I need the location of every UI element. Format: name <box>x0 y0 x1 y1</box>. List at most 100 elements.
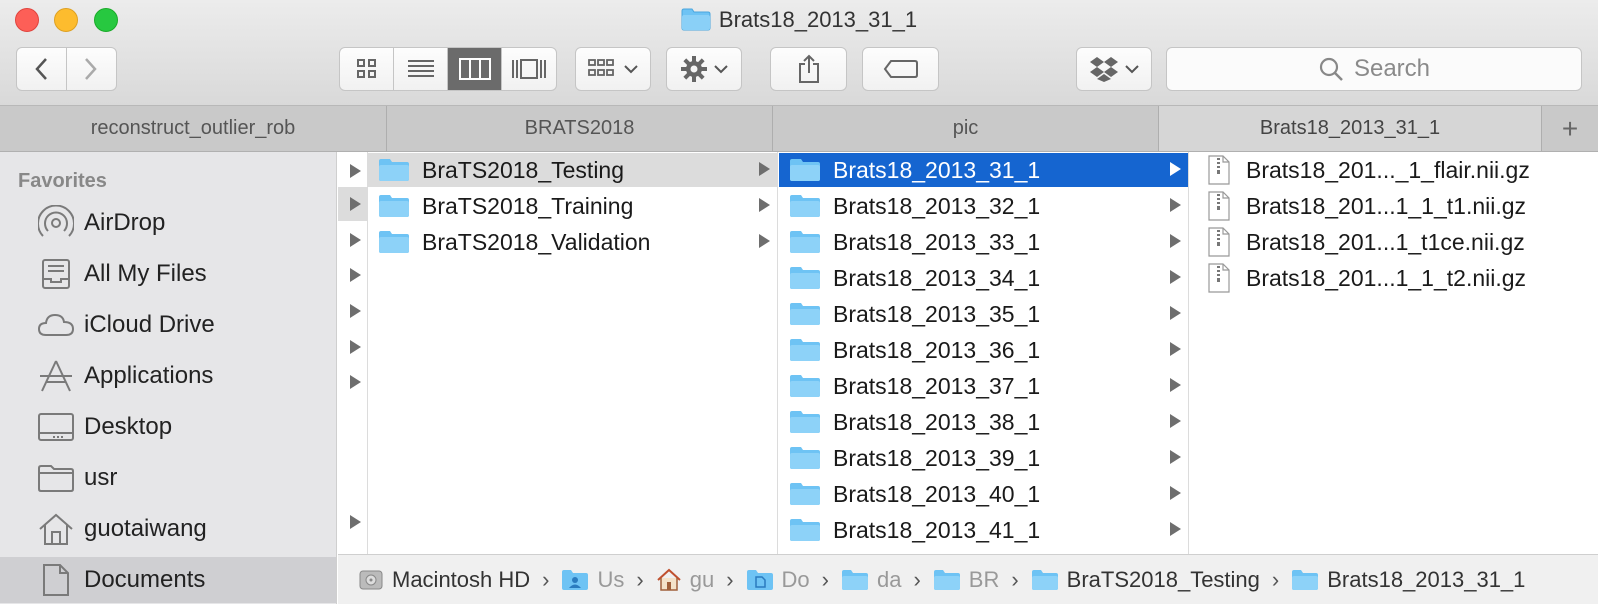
folder-icon <box>1291 569 1319 591</box>
list-item-file[interactable]: Brats18_201...1_1_t2.nii.gz <box>1190 261 1598 295</box>
forward-button[interactable] <box>67 48 117 90</box>
list-item-folder[interactable]: Brats18_2013_37_1 <box>779 369 1188 403</box>
sidebar-item-label: iCloud Drive <box>84 311 215 338</box>
folder-icon <box>789 518 821 542</box>
list-item-folder[interactable]: Brats18_2013_31_1 <box>779 153 1188 187</box>
path-item-documents[interactable]: Do <box>746 567 810 593</box>
documents-folder-icon <box>746 569 774 591</box>
list-item-brats2018-training[interactable]: BraTS2018_Training <box>368 189 777 223</box>
archive-file-icon <box>1208 155 1230 185</box>
back-button[interactable] <box>17 48 67 90</box>
action-button[interactable] <box>666 47 742 91</box>
tag-icon <box>883 60 918 78</box>
sidebar-item-applications[interactable]: Applications <box>0 353 336 399</box>
disclosure-arrow <box>1170 450 1181 464</box>
dropbox-button[interactable] <box>1076 47 1152 91</box>
list-item-folder[interactable]: Brats18_2013_38_1 <box>779 405 1188 439</box>
path-bar: Macintosh HD › Us › gu › Do › da › BR › … <box>338 554 1598 604</box>
path-item-label: BR <box>968 566 1000 592</box>
list-item-folder[interactable]: Brats18_2013_35_1 <box>779 297 1188 331</box>
folder-icon <box>378 194 410 218</box>
arrange-icon <box>588 59 614 76</box>
new-tab-button[interactable]: + <box>1542 106 1598 151</box>
list-item-brats2018-testing[interactable]: BraTS2018_Testing <box>368 153 777 187</box>
tag-button[interactable] <box>862 47 939 91</box>
sidebar-item-icloud-drive[interactable]: iCloud Drive <box>0 302 336 348</box>
list-item-folder[interactable]: Brats18_2013_36_1 <box>779 333 1188 367</box>
sidebar-item-guotaiwang[interactable]: guotaiwang <box>0 506 336 552</box>
chevron-left-icon <box>35 58 48 80</box>
list-item-folder[interactable]: Brats18_2013_32_1 <box>779 189 1188 223</box>
arrange-button[interactable] <box>575 47 651 91</box>
disclosure-arrow <box>759 198 770 212</box>
folder-icon <box>789 302 821 326</box>
tab-brats18-2013-31-1[interactable]: Brats18_2013_31_1 <box>1159 106 1542 151</box>
folder-icon <box>789 410 821 434</box>
item-label: BraTS2018_Testing <box>422 156 625 183</box>
folder-icon <box>789 266 821 290</box>
sidebar-item-all-my-files[interactable]: All My Files <box>0 251 336 297</box>
sidebar-item-usr[interactable]: usr <box>0 455 336 501</box>
list-item-folder[interactable]: Brats18_2013_39_1 <box>779 441 1188 475</box>
path-item-label: da <box>876 566 902 592</box>
folder-icon <box>841 569 869 591</box>
sidebar: Favorites AirDrop All My Files iCloud Dr… <box>0 152 337 604</box>
view-mode-control <box>339 47 557 91</box>
column-view-button[interactable] <box>448 48 502 90</box>
path-item-brats18-2013-31-1[interactable]: Brats18_2013_31_1 <box>1291 567 1525 593</box>
path-item-brats[interactable]: BR <box>933 566 1000 593</box>
list-item-folder[interactable]: Brats18_2013_33_1 <box>779 225 1188 259</box>
chevron-down-icon <box>1125 65 1139 74</box>
item-label: Brats18_2013_41_1 <box>833 516 1041 543</box>
path-item-brats2018-testing[interactable]: BraTS2018_Testing <box>1031 567 1260 593</box>
users-folder-icon <box>561 569 589 591</box>
path-item-data[interactable]: da <box>841 567 901 593</box>
path-item-users[interactable]: Us <box>561 567 624 593</box>
tab-pic[interactable]: pic <box>773 106 1159 151</box>
search-field[interactable]: Search <box>1166 47 1582 91</box>
item-label: Brats18_201..._1_flair.nii.gz <box>1246 156 1530 183</box>
tab-brats2018[interactable]: BRATS2018 <box>387 106 773 151</box>
sidebar-item-documents[interactable]: Documents <box>0 557 336 603</box>
list-view-button[interactable] <box>394 48 448 90</box>
sidebar-item-label: AirDrop <box>84 209 166 236</box>
disclosure-arrow <box>350 375 361 389</box>
path-separator: › <box>1271 566 1280 592</box>
list-item-file[interactable]: Brats18_201...1_1_t1.nii.gz <box>1190 189 1598 223</box>
path-separator: › <box>636 566 644 592</box>
item-label: BraTS2018_Training <box>422 192 634 219</box>
list-item-file[interactable]: Brats18_201...1_t1ce.nii.gz <box>1190 225 1598 259</box>
path-item-macintosh-hd[interactable]: Macintosh HD <box>358 567 530 593</box>
disclosure-arrow <box>1170 306 1181 320</box>
path-item-label: Do <box>781 566 810 592</box>
path-item-label: Us <box>597 566 625 592</box>
folder-icon <box>789 446 821 470</box>
list-item-folder[interactable]: Brats18_2013_41_1 <box>779 513 1188 547</box>
cloud-icon <box>34 307 78 343</box>
path-item-home[interactable]: gu <box>656 567 714 593</box>
item-label: Brats18_2013_34_1 <box>833 264 1041 291</box>
folder-icon <box>789 482 821 506</box>
sidebar-item-label: guotaiwang <box>84 515 207 542</box>
item-label: Brats18_2013_31_1 <box>833 156 1041 183</box>
chevron-right-icon <box>85 58 97 80</box>
archive-file-icon <box>1208 191 1230 221</box>
gallery-view-button[interactable] <box>502 48 556 90</box>
share-button[interactable] <box>770 47 847 91</box>
item-label: BraTS2018_Validation <box>422 228 651 255</box>
list-item-folder[interactable]: Brats18_2013_34_1 <box>779 261 1188 295</box>
columns-icon <box>458 58 491 80</box>
tab-reconstruct-outlier-rob[interactable]: reconstruct_outlier_rob <box>0 106 387 151</box>
grid-icon <box>356 59 376 78</box>
applications-icon <box>34 358 78 394</box>
sidebar-item-desktop[interactable]: Desktop <box>0 404 336 450</box>
icon-view-button[interactable] <box>340 48 394 90</box>
list-item-folder[interactable]: Brats18_2013_40_1 <box>779 477 1188 511</box>
folder-icon <box>789 338 821 362</box>
list-item-brats2018-validation[interactable]: BraTS2018_Validation <box>368 225 777 259</box>
sidebar-item-label: Documents <box>84 566 206 593</box>
desktop-icon <box>34 409 78 445</box>
list-item-file[interactable]: Brats18_201..._1_flair.nii.gz <box>1190 153 1598 187</box>
sidebar-item-airdrop[interactable]: AirDrop <box>0 200 336 246</box>
home-icon <box>34 511 78 547</box>
